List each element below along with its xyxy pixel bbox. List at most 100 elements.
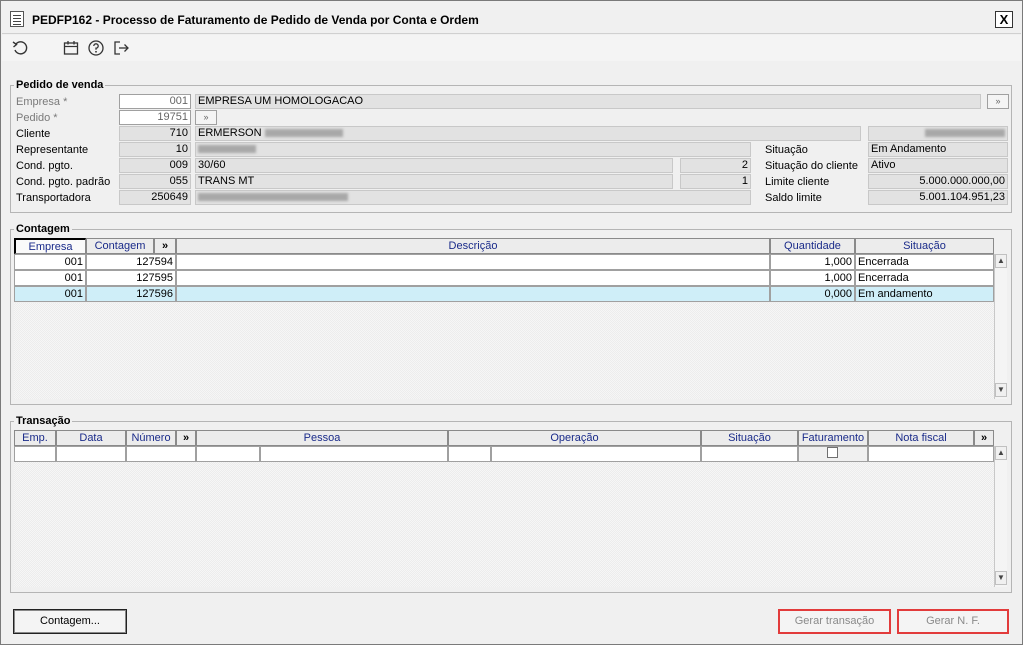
table-row[interactable]: 001	[14, 286, 86, 302]
col-expand-button[interactable]: »	[176, 430, 196, 446]
table-row[interactable]	[176, 270, 770, 286]
cond-padrao-desc-field: TRANS MT	[195, 174, 673, 189]
pedido-label: Pedido *	[16, 112, 58, 124]
col-expand-button[interactable]: »	[974, 430, 994, 446]
toolbar	[2, 35, 1021, 61]
table-row[interactable]: Encerrada	[855, 254, 994, 270]
table-row[interactable]: Em andamento	[855, 286, 994, 302]
table-row[interactable]	[491, 446, 701, 462]
table-row[interactable]	[56, 446, 126, 462]
cond-padrao-qty-field: 1	[680, 174, 751, 189]
table-row[interactable]: 001	[14, 270, 86, 286]
document-icon	[10, 11, 24, 27]
table-row[interactable]	[176, 286, 770, 302]
redacted-text	[925, 129, 1005, 138]
col-data[interactable]: Data	[56, 430, 126, 446]
close-button[interactable]: X	[995, 11, 1013, 28]
contagem-group-title: Contagem	[14, 223, 72, 235]
col-nota-fiscal[interactable]: Nota fiscal	[868, 430, 974, 446]
col-pessoa[interactable]: Pessoa	[196, 430, 448, 446]
title-bar: PEDFP162 - Processo de Faturamento de Pe…	[2, 2, 1021, 34]
situacao-label: Situação	[765, 144, 808, 156]
representante-name-field	[195, 142, 751, 157]
col-situacao[interactable]: Situação	[701, 430, 798, 446]
limite-cliente-field: 5.000.000.000,00	[868, 174, 1008, 189]
saldo-limite-label: Saldo limite	[765, 192, 822, 204]
redacted-text	[198, 193, 348, 202]
representante-label: Representante	[16, 144, 89, 156]
contagem-button[interactable]: Contagem...	[13, 609, 127, 634]
col-numero[interactable]: Número	[126, 430, 176, 446]
empresa-name-field: EMPRESA UM HOMOLOGACAO	[195, 94, 981, 109]
col-situacao[interactable]: Situação	[855, 238, 994, 254]
table-row[interactable]: 0,000	[770, 286, 855, 302]
limite-cliente-label: Limite cliente	[765, 176, 830, 188]
situacao-field: Em Andamento	[868, 142, 1008, 157]
gerar-transacao-button[interactable]: Gerar transação	[778, 609, 891, 634]
table-row[interactable]	[196, 446, 260, 462]
table-row[interactable]	[14, 446, 56, 462]
col-contagem[interactable]: Contagem	[86, 238, 154, 254]
table-row[interactable]	[126, 446, 196, 462]
table-row[interactable]: Encerrada	[855, 270, 994, 286]
table-row[interactable]	[701, 446, 798, 462]
representante-code-field: 10	[119, 142, 191, 157]
col-emp[interactable]: Emp.	[14, 430, 56, 446]
cond-pgto-code-field: 009	[119, 158, 191, 173]
transportadora-code-field: 250649	[119, 190, 191, 205]
scroll-down-icon[interactable]: ▼	[995, 571, 1007, 585]
table-row[interactable]: 127595	[86, 270, 176, 286]
situacao-cliente-label: Situação do cliente	[765, 160, 858, 172]
col-quantidade[interactable]: Quantidade	[770, 238, 855, 254]
gerar-nf-button[interactable]: Gerar N. F.	[897, 609, 1009, 634]
table-row[interactable]: 127596	[86, 286, 176, 302]
cliente-name-text: ERMERSON	[198, 127, 262, 139]
col-empresa[interactable]: Empresa	[14, 238, 86, 254]
contagem-scrollbar[interactable]: ▲ ▼	[994, 254, 1007, 399]
col-operacao[interactable]: Operação	[448, 430, 701, 446]
pedido-input[interactable]: 19751	[119, 110, 191, 125]
transacao-scrollbar[interactable]: ▲ ▼	[994, 446, 1007, 587]
table-row[interactable]: 127594	[86, 254, 176, 270]
cliente-name-field: ERMERSON	[195, 126, 861, 141]
empresa-label: Empresa *	[16, 96, 68, 108]
cliente-code-field: 710	[119, 126, 191, 141]
window-title: PEDFP162 - Processo de Faturamento de Pe…	[32, 13, 479, 27]
table-row[interactable]: 1,000	[770, 270, 855, 286]
empresa-code-input[interactable]: 001	[119, 94, 191, 109]
col-faturamento[interactable]: Faturamento	[798, 430, 868, 446]
transportadora-name-field	[195, 190, 751, 205]
scroll-down-icon[interactable]: ▼	[995, 383, 1007, 397]
cliente-doc-field	[868, 126, 1008, 141]
cond-padrao-code-field: 055	[119, 174, 191, 189]
redacted-text	[198, 145, 256, 154]
cond-pgto-desc-field: 30/60	[195, 158, 673, 173]
cond-padrao-label: Cond. pgto. padrão	[16, 176, 111, 188]
transportadora-label: Transportadora	[16, 192, 91, 204]
table-row[interactable]	[448, 446, 491, 462]
undo-icon[interactable]	[11, 39, 29, 57]
redacted-text	[264, 129, 343, 138]
pedido-group-title: Pedido de venda	[14, 79, 106, 91]
saldo-limite-field: 5.001.104.951,23	[868, 190, 1008, 205]
cond-pgto-qty-field: 2	[680, 158, 751, 173]
pedido-lookup-button[interactable]: »	[195, 110, 217, 125]
situacao-cliente-field: Ativo	[868, 158, 1008, 173]
table-row[interactable]	[868, 446, 994, 462]
table-row[interactable]: 1,000	[770, 254, 855, 270]
scroll-up-icon[interactable]: ▲	[995, 446, 1007, 460]
table-row[interactable]	[176, 254, 770, 270]
table-row[interactable]	[260, 446, 448, 462]
col-descricao[interactable]: Descrição	[176, 238, 770, 254]
calendar-icon[interactable]	[62, 39, 80, 57]
table-row[interactable]: 001	[14, 254, 86, 270]
transacao-group-title: Transação	[14, 415, 73, 427]
help-icon[interactable]	[87, 39, 105, 57]
main-window: PEDFP162 - Processo de Faturamento de Pe…	[0, 0, 1023, 645]
scroll-up-icon[interactable]: ▲	[995, 254, 1007, 268]
transacao-grid-empty	[14, 462, 994, 587]
empresa-lookup-button[interactable]: »	[987, 94, 1009, 109]
faturamento-checkbox[interactable]	[827, 447, 838, 458]
exit-icon[interactable]	[112, 39, 130, 57]
col-expand-button[interactable]: »	[154, 238, 176, 254]
